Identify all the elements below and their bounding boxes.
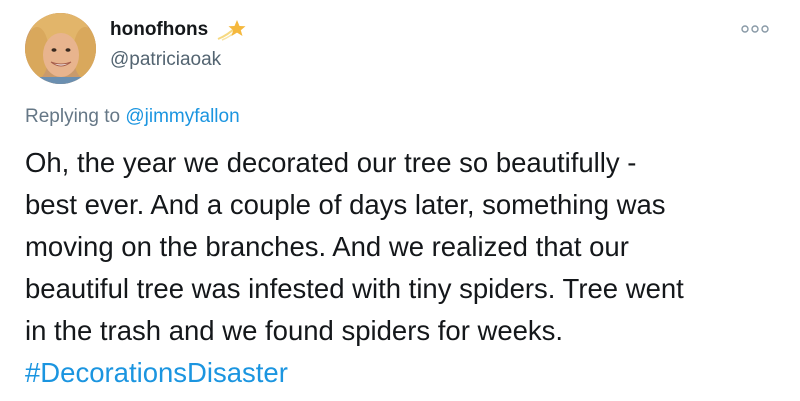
more-options-icon bbox=[741, 25, 769, 33]
hashtag-link[interactable]: #DecorationsDisaster bbox=[25, 357, 288, 388]
tweet-body: Oh, the year we decorated our tree so be… bbox=[25, 142, 785, 394]
replying-to-line: Replying to @jimmyfallon bbox=[25, 106, 240, 128]
user-name-row: honofhons bbox=[110, 19, 246, 41]
display-name[interactable]: honofhons bbox=[110, 19, 208, 41]
user-handle[interactable]: @patriciaoak bbox=[110, 49, 221, 71]
avatar[interactable] bbox=[25, 13, 96, 84]
replying-to-label: Replying to bbox=[25, 106, 121, 127]
tweet-text: Oh, the year we decorated our tree so be… bbox=[25, 147, 684, 346]
reply-mention-link[interactable]: @jimmyfallon bbox=[125, 106, 239, 127]
tweet-card: honofhons @patriciaoak Replying to @jimm… bbox=[0, 0, 800, 401]
shooting-star-icon bbox=[216, 19, 246, 41]
avatar-image bbox=[25, 13, 96, 84]
more-options-button[interactable] bbox=[740, 20, 770, 38]
